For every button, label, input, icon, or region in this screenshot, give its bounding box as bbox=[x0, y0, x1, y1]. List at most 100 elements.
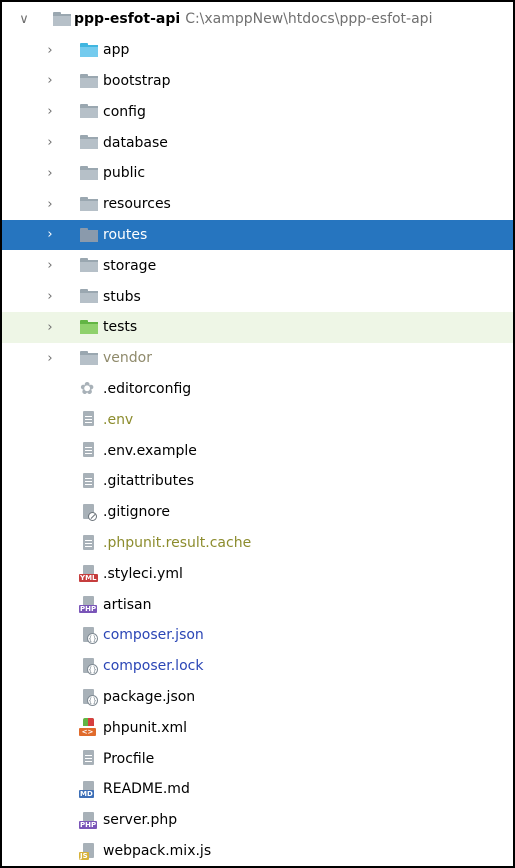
chevron-right-icon[interactable]: › bbox=[44, 351, 56, 366]
tree-item-label: .phpunit.result.cache bbox=[103, 534, 252, 551]
chevron-right-icon[interactable]: › bbox=[44, 320, 56, 335]
tree-file-dot-gitignore[interactable]: .gitignore bbox=[2, 497, 513, 528]
tree-file-README.md[interactable]: MD README.md bbox=[2, 774, 513, 805]
tree-file-webpack.mix.js[interactable]: JS webpack.mix.js bbox=[2, 836, 513, 866]
json-file-icon: {} bbox=[79, 687, 99, 707]
chevron-right-icon[interactable]: › bbox=[44, 197, 56, 212]
project-tree-panel: ∨ ppp-esfot-api C:\xamppNew\htdocs\ppp-es… bbox=[0, 0, 515, 868]
tree-folder-public[interactable]: › public bbox=[2, 158, 513, 189]
text-file-icon bbox=[79, 471, 99, 491]
chevron-right-icon[interactable]: › bbox=[44, 104, 56, 119]
text-file-icon bbox=[79, 440, 99, 460]
tree-file-server.php[interactable]: PHP server.php bbox=[2, 805, 513, 836]
tree-root-project[interactable]: ∨ ppp-esfot-api C:\xamppNew\htdocs\ppp-es… bbox=[2, 4, 513, 35]
tree-file-Procfile[interactable]: Procfile bbox=[2, 743, 513, 774]
chevron-right-icon[interactable]: › bbox=[44, 227, 56, 242]
tree-file-dot-styleci.yml[interactable]: YML .styleci.yml bbox=[2, 558, 513, 589]
tree-item-label: tests bbox=[103, 319, 138, 336]
tree-item-label: server.php bbox=[103, 812, 178, 829]
folder-icon bbox=[79, 163, 99, 183]
tree-file-composer.json[interactable]: {} composer.json bbox=[2, 620, 513, 651]
tree-file-dot-gitattributes[interactable]: .gitattributes bbox=[2, 466, 513, 497]
tree-file-phpunit.xml[interactable]: <> phpunit.xml bbox=[2, 712, 513, 743]
folder-icon bbox=[79, 194, 99, 214]
tree-item-label: vendor bbox=[103, 350, 152, 367]
tree-item-label: package.json bbox=[103, 688, 196, 705]
md-file-icon: MD bbox=[79, 779, 99, 799]
tree-item-label: bootstrap bbox=[103, 72, 171, 89]
tree-item-label: composer.json bbox=[103, 627, 204, 644]
tree-file-artisan[interactable]: PHP artisan bbox=[2, 589, 513, 620]
tree-item-label: webpack.mix.js bbox=[103, 842, 212, 859]
chevron-down-icon[interactable]: ∨ bbox=[18, 12, 30, 27]
tree-file-dot-env.example[interactable]: .env.example bbox=[2, 435, 513, 466]
tree-item-label: phpunit.xml bbox=[103, 719, 188, 736]
tree-item-label: public bbox=[103, 165, 146, 182]
tree-item-label: Procfile bbox=[103, 750, 155, 767]
gear-icon: ✿ bbox=[80, 378, 95, 399]
folder-green-icon bbox=[79, 317, 99, 337]
tree-item-label: resources bbox=[103, 196, 171, 213]
tree-item-label: stubs bbox=[103, 288, 141, 305]
tree-item-label: storage bbox=[103, 257, 157, 274]
folder-icon bbox=[79, 132, 99, 152]
tree-folder-tests[interactable]: › tests bbox=[2, 311, 513, 343]
tree-folder-bootstrap[interactable]: › bootstrap bbox=[2, 66, 513, 97]
json-file-icon: {} bbox=[79, 625, 99, 645]
tree-folder-app[interactable]: › app bbox=[2, 35, 513, 66]
tree-item-label: .editorconfig bbox=[103, 380, 192, 397]
tree-folder-storage[interactable]: › storage bbox=[2, 250, 513, 281]
tree-item-label: database bbox=[103, 134, 168, 151]
text-file-icon bbox=[79, 748, 99, 768]
chevron-right-icon[interactable]: › bbox=[44, 289, 56, 304]
project-tree: ∨ ppp-esfot-api C:\xamppNew\htdocs\ppp-es… bbox=[2, 4, 513, 866]
folder-icon bbox=[79, 348, 99, 368]
tree-folder-vendor[interactable]: › vendor bbox=[2, 343, 513, 374]
tree-item-label: .styleci.yml bbox=[103, 565, 183, 582]
tree-item-label: .gitattributes bbox=[103, 473, 195, 490]
json-file-icon: {} bbox=[79, 656, 99, 676]
project-name: ppp-esfot-api bbox=[74, 11, 181, 28]
tree-item-label: composer.lock bbox=[103, 658, 204, 675]
tree-file-dot-phpunit.result.cache[interactable]: .phpunit.result.cache bbox=[2, 528, 513, 559]
folder-icon bbox=[79, 71, 99, 91]
tree-file-dot-env[interactable]: .env bbox=[2, 404, 513, 435]
tree-folder-resources[interactable]: › resources bbox=[2, 189, 513, 220]
gitignore-file-icon bbox=[79, 502, 99, 522]
project-path: C:\xamppNew\htdocs\ppp-esfot-api bbox=[185, 11, 433, 28]
tree-item-label: .env bbox=[103, 411, 134, 428]
text-file-icon bbox=[79, 409, 99, 429]
tree-folder-database[interactable]: › database bbox=[2, 127, 513, 158]
folder-icon bbox=[79, 286, 99, 306]
tree-item-label: artisan bbox=[103, 596, 152, 613]
php-file-icon: PHP bbox=[79, 594, 99, 614]
chevron-right-icon[interactable]: › bbox=[44, 73, 56, 88]
tree-folder-config[interactable]: › config bbox=[2, 96, 513, 127]
folder-icon bbox=[79, 255, 99, 275]
chevron-right-icon[interactable]: › bbox=[44, 43, 56, 58]
folder-icon bbox=[79, 225, 99, 245]
tree-file-dot-editorconfig[interactable]: ✿ .editorconfig bbox=[2, 374, 513, 405]
tree-folder-stubs[interactable]: › stubs bbox=[2, 281, 513, 312]
tree-file-composer.lock[interactable]: {} composer.lock bbox=[2, 651, 513, 682]
tree-item-label: .env.example bbox=[103, 442, 197, 459]
chevron-right-icon[interactable]: › bbox=[44, 258, 56, 273]
folder-blue-icon bbox=[79, 40, 99, 60]
folder-icon bbox=[79, 101, 99, 121]
text-file-icon bbox=[79, 533, 99, 553]
tree-item-label: routes bbox=[103, 226, 148, 243]
php-file-icon: PHP bbox=[79, 810, 99, 830]
chevron-right-icon[interactable]: › bbox=[44, 166, 56, 181]
tree-root-label: ppp-esfot-api C:\xamppNew\htdocs\ppp-esfo… bbox=[74, 11, 432, 27]
tree-item-label: config bbox=[103, 103, 146, 120]
tree-item-label: app bbox=[103, 42, 130, 59]
yml-file-icon: YML bbox=[79, 563, 99, 583]
chevron-right-icon[interactable]: › bbox=[44, 135, 56, 150]
js-file-icon: JS bbox=[79, 841, 99, 861]
tree-item-label: README.md bbox=[103, 781, 190, 798]
folder-icon bbox=[52, 9, 72, 29]
tree-item-label: .gitignore bbox=[103, 504, 170, 521]
tree-folder-routes[interactable]: › routes bbox=[2, 219, 513, 251]
phpunit-xml-icon: <> bbox=[79, 717, 99, 737]
tree-file-package.json[interactable]: {} package.json bbox=[2, 682, 513, 713]
